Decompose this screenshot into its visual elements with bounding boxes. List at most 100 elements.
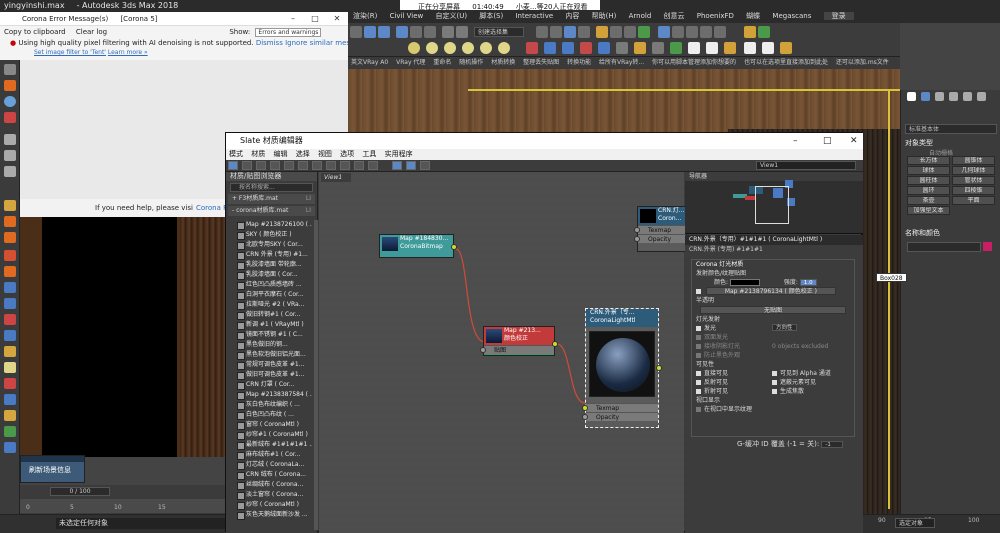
light-icon-d[interactable]: [462, 42, 474, 54]
utilities-tab-icon[interactable]: [977, 92, 986, 101]
plugin-icon-f[interactable]: [744, 26, 756, 38]
modify-tab-icon[interactable]: [921, 92, 930, 101]
slate-menu-edit[interactable]: 编辑: [273, 150, 287, 158]
list-item[interactable]: 纱帘#1 ( CoronaMtl ): [236, 430, 312, 440]
refresh-scene-popup[interactable]: 刷新场景信息: [20, 455, 85, 483]
menu-butterfly[interactable]: 蝴蝶: [746, 12, 760, 20]
list-item[interactable]: 白洞平衣摩石 ( Cor...: [236, 290, 312, 300]
list-item[interactable]: 淡土窗帘 ( Corona...: [236, 490, 312, 500]
emission-color-swatch[interactable]: [729, 279, 760, 286]
list-item[interactable]: 拉斯哑光 #2 ( VRa...: [236, 300, 312, 310]
slate-menu-utilities[interactable]: 实用程序: [385, 150, 413, 158]
slate-nav-icon[interactable]: [392, 161, 402, 170]
node-corona-light-mtl[interactable]: CRN.外景（专... CoronaLightMtl Texmap Opacit…: [582, 308, 662, 428]
library-section-corona[interactable]: - corona材质库.mat LI: [228, 206, 315, 216]
object-color-swatch[interactable]: [983, 242, 992, 251]
scale-icon[interactable]: [424, 26, 436, 38]
flag-icon[interactable]: [4, 426, 16, 437]
close-icon[interactable]: ✕: [326, 12, 348, 26]
record-icon[interactable]: [4, 166, 16, 177]
mirror-icon[interactable]: [536, 26, 548, 38]
angle-snap-icon[interactable]: [456, 26, 468, 38]
teapot-icon[interactable]: [4, 64, 16, 75]
tool-icon-a[interactable]: [526, 42, 538, 54]
slate-extra-icon[interactable]: [420, 161, 430, 170]
selection-combo[interactable]: 选定对象: [895, 518, 935, 528]
list-item[interactable]: 白色凹凸布纹 ( ...: [236, 410, 312, 420]
geosphere-button[interactable]: 几何球体: [952, 166, 995, 175]
plugin-icon-c[interactable]: [686, 26, 698, 38]
minimize-icon[interactable]: –: [282, 12, 304, 26]
slate-params-icon[interactable]: [406, 161, 416, 170]
render-icon[interactable]: [638, 26, 650, 38]
occluded-checkbox[interactable]: [696, 353, 701, 358]
set-filter-link[interactable]: Set image filter to 'Tent': [34, 49, 106, 56]
slate-view-combo[interactable]: View1: [756, 161, 856, 170]
fire-icon-c[interactable]: [4, 232, 16, 243]
material-editor-icon[interactable]: [596, 26, 608, 38]
slate-menu-select[interactable]: 选择: [296, 150, 310, 158]
slate-menu-material[interactable]: 材质: [251, 150, 265, 158]
list-item[interactable]: 黑色做旧的钢...: [236, 340, 312, 350]
fire-icon-b[interactable]: [4, 216, 16, 227]
maximize-icon[interactable]: □: [304, 12, 326, 26]
light-icon-b[interactable]: [426, 42, 438, 54]
text-plus-button[interactable]: 加强型文本: [907, 206, 950, 215]
login-button[interactable]: 登录: [823, 12, 854, 20]
tool-icon-l[interactable]: [724, 42, 736, 54]
list-item[interactable]: 做旧可调色皮革 #1...: [236, 370, 312, 380]
fire-icon[interactable]: [4, 80, 16, 91]
bitmap-output-port[interactable]: [451, 244, 457, 250]
cc-input-port[interactable]: [480, 347, 486, 353]
teapot-button[interactable]: 茶壶: [907, 196, 950, 205]
select-region-icon[interactable]: [378, 26, 390, 38]
list-item[interactable]: CRN 外景 (专用) #1...: [236, 250, 312, 260]
target-icon[interactable]: [4, 112, 16, 123]
script-btn-3[interactable]: 随机操作: [459, 59, 483, 66]
list-item[interactable]: 新调 #1 ( VRayMtl ): [236, 320, 312, 330]
slate-copy-icon[interactable]: [312, 161, 322, 170]
slate-minimize-icon[interactable]: –: [793, 133, 798, 149]
folder-icon[interactable]: [4, 410, 16, 421]
node-partial-light[interactable]: CRN.灯... Coron... Texmap Opacity: [634, 206, 687, 252]
menu-arnold[interactable]: Arnold: [629, 12, 652, 20]
emit-light-checkbox[interactable]: [696, 326, 701, 331]
pyramid-button[interactable]: 四棱锥: [952, 186, 995, 195]
slate-pick-icon[interactable]: [242, 161, 252, 170]
list-item[interactable]: 麻布绒布#1 ( Cor...: [236, 450, 312, 460]
slate-preview-icon[interactable]: [368, 161, 378, 170]
alpha-visible-checkbox[interactable]: [772, 371, 777, 376]
nav-viewport-rect[interactable]: [755, 186, 789, 224]
reflect-visible-checkbox[interactable]: [696, 380, 701, 385]
list-item[interactable]: Map #2138387584 ( ...: [236, 390, 312, 400]
tool-icon-f[interactable]: [616, 42, 628, 54]
rollout-header[interactable]: Corona 灯光材质: [692, 260, 854, 269]
slate-layout-icon[interactable]: [354, 161, 364, 170]
menu-help[interactable]: 帮助(H): [592, 12, 617, 20]
tool-icon-b[interactable]: [544, 42, 556, 54]
graph-editor-icon[interactable]: [578, 26, 590, 38]
tool-icon-c[interactable]: [562, 42, 574, 54]
list-item[interactable]: 黑色软泡做旧铝光面...: [236, 350, 312, 360]
slate-put-icon[interactable]: [256, 161, 266, 170]
partial-texmap-slot[interactable]: Texmap: [634, 225, 686, 234]
dismiss-link[interactable]: Dismiss: [256, 39, 283, 47]
light-icon-c[interactable]: [444, 42, 456, 54]
brush-icon[interactable]: [4, 314, 16, 325]
display-tab-icon[interactable]: [963, 92, 972, 101]
clear-log-button[interactable]: Clear log: [76, 28, 107, 36]
script-btn-0[interactable]: 英文VRay A0: [351, 59, 388, 66]
menu-scripting[interactable]: 脚本(S): [479, 12, 503, 20]
list-item[interactable]: 灰色天鹅绒面新沙发 ...: [236, 510, 312, 520]
frame-counter[interactable]: 0 / 100: [50, 487, 110, 496]
slate-select-icon[interactable]: [228, 161, 238, 170]
sphere-icon[interactable]: [4, 96, 16, 107]
primitive-type-dropdown[interactable]: 标准基本体: [905, 124, 997, 134]
move-icon[interactable]: [396, 26, 408, 38]
viewport-texture-checkbox[interactable]: [696, 407, 701, 412]
grid-icon[interactable]: [4, 442, 16, 453]
menu-creative-cloud[interactable]: 创意云: [664, 12, 685, 20]
slate-close-icon[interactable]: ✕: [850, 133, 858, 149]
object-name-field[interactable]: [907, 242, 981, 252]
show-filter-dropdown[interactable]: Errors and warnings: [255, 27, 322, 37]
